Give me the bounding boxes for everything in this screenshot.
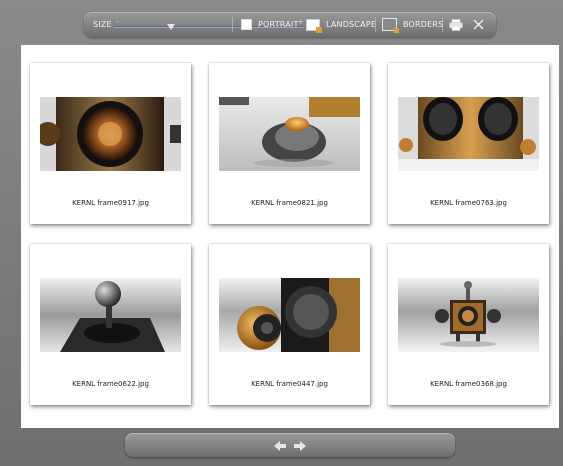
thumbnail-caption: KERNL frame0821.jpg [251, 199, 328, 207]
portrait-button[interactable]: PORTRAIT [241, 12, 299, 37]
thumbnail-image[interactable] [40, 278, 181, 352]
thumbnail-image[interactable] [398, 97, 539, 171]
previous-arrow-icon[interactable] [273, 438, 287, 452]
thumbnail-image[interactable] [219, 97, 360, 171]
size-max-label: + [297, 18, 304, 26]
thumbnail-caption: KERNL frame0368.jpg [430, 380, 507, 388]
next-arrow-icon[interactable] [293, 438, 307, 452]
thumbnail-image[interactable] [398, 278, 539, 352]
size-min-label: - [116, 18, 119, 26]
thumbnail-card[interactable]: KERNL frame0622.jpg [30, 244, 191, 405]
gallery-panel: KERNL frame0917.jpg KERNL frame0821.jpg … [21, 45, 559, 428]
print-icon[interactable] [449, 12, 463, 37]
landscape-icon [306, 18, 322, 33]
thumbnail-caption: KERNL frame0917.jpg [72, 199, 149, 207]
toolbar-divider [232, 17, 233, 32]
borders-label: BORDERS [403, 20, 444, 29]
toolbar-divider [442, 17, 443, 32]
thumbnail-caption: KERNL frame0447.jpg [251, 380, 328, 388]
thumbnail-card[interactable]: KERNL frame0763.jpg [388, 63, 549, 224]
landscape-button[interactable]: LANDSCAPE [306, 12, 376, 37]
portrait-icon [241, 19, 252, 30]
toolbar: SIZE - + PORTRAIT LANDSCAPE BORDERS [84, 12, 496, 37]
thumbnail-card[interactable]: KERNL frame0917.jpg [30, 63, 191, 224]
size-label: SIZE [93, 20, 112, 29]
thumbnail-image[interactable] [40, 97, 181, 171]
portrait-label: PORTRAIT [258, 20, 299, 29]
size-slider-thumb[interactable] [167, 24, 175, 30]
thumbnail-card[interactable]: KERNL frame0368.jpg [388, 244, 549, 405]
thumbnail-image[interactable] [219, 278, 360, 352]
thumbnail-caption: KERNL frame0763.jpg [430, 199, 507, 207]
borders-icon [382, 18, 399, 33]
toolbar-divider [375, 17, 376, 32]
close-icon[interactable] [473, 12, 484, 37]
thumbnail-card[interactable]: KERNL frame0821.jpg [209, 63, 370, 224]
thumbnail-card[interactable]: KERNL frame0447.jpg [209, 244, 370, 405]
thumbnail-caption: KERNL frame0622.jpg [72, 380, 149, 388]
navigation-bar [125, 433, 455, 457]
borders-button[interactable]: BORDERS [382, 12, 443, 37]
landscape-label: LANDSCAPE [326, 20, 377, 29]
